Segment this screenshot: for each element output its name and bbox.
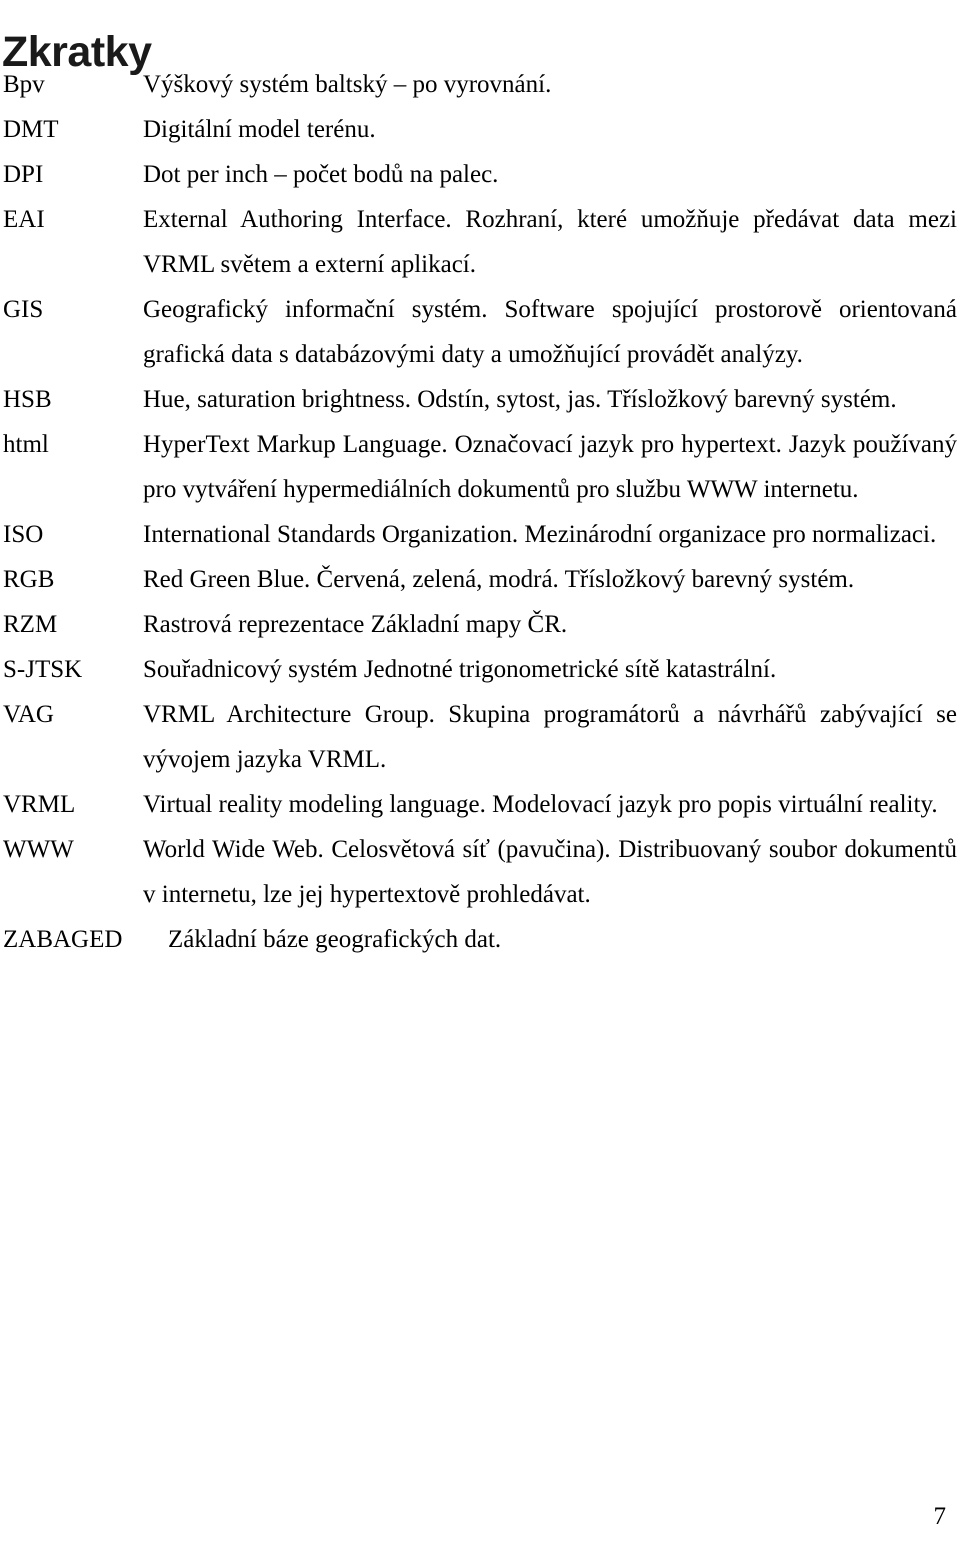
abbreviation-definition: VRML Architecture Group. Skupina program… [143, 701, 957, 773]
glossary-entry: GIS Geografický informační systém. Softwa… [0, 287, 960, 377]
abbreviation-definition: HyperText Markup Language. Označovací ja… [143, 431, 957, 503]
abbreviation-definition: Digitální model terénu. [143, 116, 376, 143]
abbreviation-term: RZM [3, 611, 58, 638]
abbreviation-term: EAI [3, 206, 45, 233]
document-page: Zkratky Bpv Výškový systém baltský – po v… [0, 0, 960, 1544]
glossary-entry: EAI External Authoring Interface. Rozhran… [0, 197, 960, 287]
glossary-entry: VRML Virtual reality modeling language. M… [0, 782, 960, 827]
abbreviation-definition: Virtual reality modeling language. Model… [143, 791, 938, 818]
abbreviation-term: DPI [3, 161, 44, 188]
abbreviations-list: Bpv Výškový systém baltský – po vyrovnání… [0, 62, 960, 962]
abbreviation-term: Bpv [3, 71, 45, 98]
abbreviation-definition: Souřadnicový systém Jednotné trigonometr… [143, 656, 777, 683]
abbreviation-term: S-JTSK [3, 656, 83, 683]
abbreviation-term: RGB [3, 566, 55, 593]
glossary-entry: html HyperText Markup Language. Označovac… [0, 422, 960, 512]
abbreviation-term: HSB [3, 386, 52, 413]
abbreviation-definition: International Standards Organization. Me… [143, 521, 937, 548]
glossary-entry: S-JTSK Souřadnicový systém Jednotné trigo… [0, 647, 960, 692]
glossary-entry: DPI Dot per inch – počet bodů na palec. [0, 152, 960, 197]
abbreviation-term: DMT [3, 116, 59, 143]
abbreviation-term: ISO [3, 521, 44, 548]
abbreviation-term: ZABAGED [3, 926, 123, 953]
abbreviation-definition: Výškový systém baltský – po vyrovnání. [143, 71, 552, 98]
glossary-entry: ISO International Standards Organization.… [0, 512, 960, 557]
glossary-entry: ZABAGED Základní báze geografických dat. [0, 917, 960, 962]
abbreviation-definition: Geografický informační systém. Software … [143, 296, 957, 368]
page-number: 7 [933, 1503, 947, 1530]
abbreviation-definition: Rastrová reprezentace Základní mapy ČR. [143, 611, 568, 638]
abbreviation-term: GIS [3, 296, 44, 323]
glossary-entry: DMT Digitální model terénu. [0, 107, 960, 152]
glossary-entry: RGB Red Green Blue. Červená, zelená, modr… [0, 557, 960, 602]
glossary-entry: RZM Rastrová reprezentace Základní mapy Č… [0, 602, 960, 647]
abbreviation-term: WWW [3, 836, 74, 863]
abbreviation-definition: Základní báze geografických dat. [168, 926, 502, 953]
abbreviation-definition: External Authoring Interface. Rozhraní, … [143, 206, 957, 278]
abbreviation-definition: Hue, saturation brightness. Odstín, syto… [143, 386, 897, 413]
abbreviation-definition: World Wide Web. Celosvětová síť (pavučin… [143, 836, 957, 908]
glossary-entry: WWW World Wide Web. Celosvětová síť (pavu… [0, 827, 960, 917]
glossary-entry: HSB Hue, saturation brightness. Odstín, s… [0, 377, 960, 422]
abbreviation-term: VRML [3, 791, 76, 818]
abbreviation-term: html [3, 431, 49, 458]
glossary-entry: VAG VRML Architecture Group. Skupina prog… [0, 692, 960, 782]
abbreviation-definition: Dot per inch – počet bodů na palec. [143, 161, 499, 188]
glossary-entry: Bpv Výškový systém baltský – po vyrovnání… [0, 62, 960, 107]
abbreviation-term: VAG [3, 701, 54, 728]
abbreviation-definition: Red Green Blue. Červená, zelená, modrá. … [143, 566, 855, 593]
